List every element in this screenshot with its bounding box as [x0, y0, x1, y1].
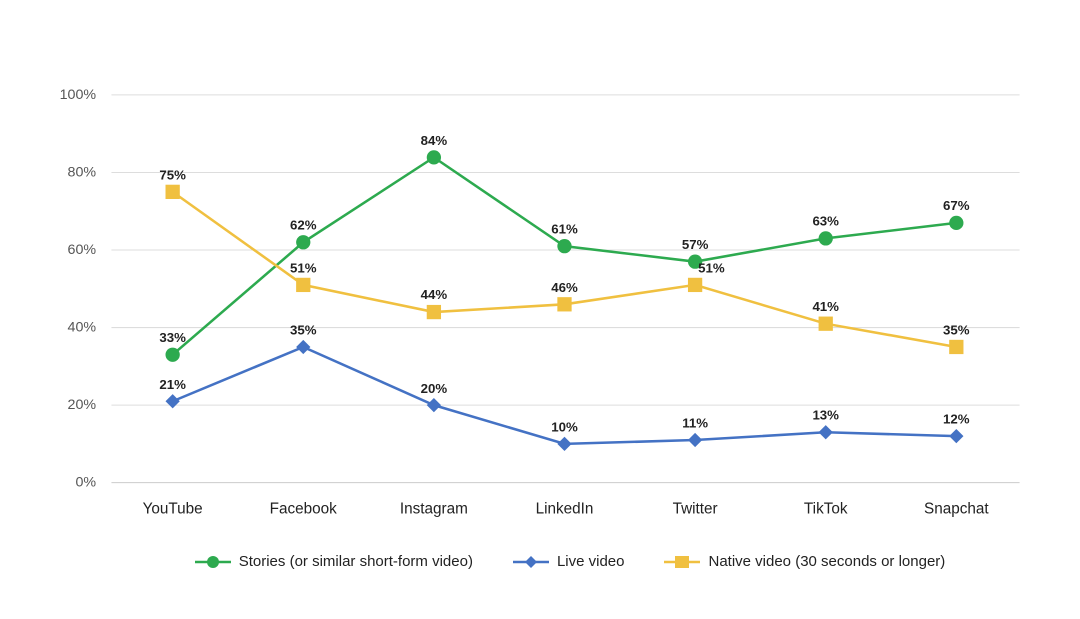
live-dot-facebook [296, 339, 310, 353]
native-label-snapchat: 35% [943, 322, 970, 337]
native-label-linkedin: 46% [551, 279, 578, 294]
legend-item-live: Live video [513, 553, 625, 571]
stories-label-tiktok: 63% [812, 213, 839, 228]
x-label-facebook: Facebook [270, 500, 338, 517]
native-label-twitter: 51% [698, 260, 725, 275]
x-label-snapchat: Snapchat [924, 500, 989, 517]
stories-label-linkedin: 61% [551, 221, 578, 236]
native-legend-label: Native video (30 seconds or longer) [708, 553, 945, 570]
x-label-tiktok: TikTok [804, 500, 848, 517]
stories-dot-linkedin [557, 239, 571, 253]
native-dot-instagram [427, 304, 441, 318]
native-dot-snapchat [949, 339, 963, 353]
live-label-youtube: 21% [159, 376, 186, 391]
y-label-0: 0% [75, 474, 96, 490]
native-label-tiktok: 41% [812, 299, 839, 314]
native-dot-twitter [688, 277, 702, 291]
native-label-facebook: 51% [290, 260, 317, 275]
live-label-linkedin: 10% [551, 419, 578, 434]
stories-legend-icon [195, 553, 231, 571]
legend: Stories (or similar short-form video) Li… [135, 553, 946, 571]
native-label-youtube: 75% [159, 167, 186, 182]
y-label-60: 60% [68, 242, 97, 258]
stories-label-twitter: 57% [682, 237, 709, 252]
live-label-twitter: 11% [682, 415, 708, 430]
live-legend-label: Live video [557, 553, 625, 570]
y-label-20: 20% [68, 397, 97, 413]
native-dot-tiktok [819, 316, 833, 330]
y-label-40: 40% [68, 319, 97, 335]
stories-label-instagram: 84% [421, 132, 448, 147]
stories-legend-label: Stories (or similar short-form video) [239, 553, 473, 570]
native-dot-facebook [296, 277, 310, 291]
stories-dot-facebook [296, 235, 310, 249]
x-label-instagram: Instagram [400, 500, 468, 517]
native-dot-linkedin [557, 297, 571, 311]
live-label-tiktok: 13% [812, 407, 839, 422]
stories-dot-youtube [166, 347, 180, 361]
y-label-100: 100% [60, 87, 97, 103]
legend-item-stories: Stories (or similar short-form video) [195, 553, 473, 571]
live-dot-snapchat [949, 429, 963, 443]
stories-dot-tiktok [819, 231, 833, 245]
stories-label-facebook: 62% [290, 217, 317, 232]
native-label-instagram: 44% [421, 287, 448, 302]
x-label-twitter: Twitter [673, 500, 718, 517]
stories-dot-instagram [427, 150, 441, 164]
live-dot-twitter [688, 432, 702, 446]
stories-label-youtube: 33% [159, 329, 186, 344]
native-dot-youtube [166, 184, 180, 198]
legend-item-native: Native video (30 seconds or longer) [664, 553, 945, 571]
x-label-linkedin: LinkedIn [536, 500, 594, 517]
live-label-instagram: 20% [421, 380, 448, 395]
y-label-80: 80% [68, 164, 97, 180]
live-label-facebook: 35% [290, 322, 317, 337]
stories-dot-snapchat [949, 215, 963, 229]
live-dot-instagram [427, 397, 441, 411]
live-legend-icon [513, 553, 549, 571]
live-dot-tiktok [819, 425, 833, 439]
x-label-youtube: YouTube [143, 500, 203, 517]
live-dot-linkedin [557, 436, 571, 450]
native-legend-icon [664, 553, 700, 571]
stories-label-snapchat: 67% [943, 198, 970, 213]
line-chart: 0% 20% 40% 60% 80% 100% YouTube Facebook… [40, 59, 1040, 539]
chart-container: 0% 20% 40% 60% 80% 100% YouTube Facebook… [40, 59, 1040, 539]
live-label-snapchat: 12% [943, 411, 970, 426]
live-dot-youtube [166, 394, 180, 408]
